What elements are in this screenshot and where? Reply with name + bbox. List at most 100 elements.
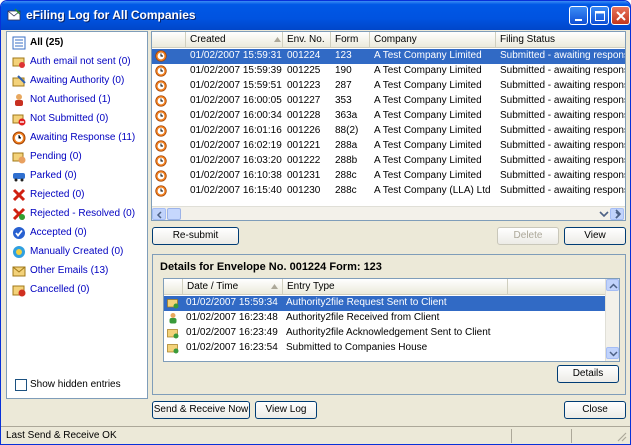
- category-panel: All (25) Auth email not sent (0) Awaitin…: [6, 31, 148, 399]
- cell-env: 001230: [287, 185, 321, 196]
- table-row[interactable]: 01/02/2007 16:10:38 001231 288c A Test Comp…: [152, 169, 625, 184]
- category-all[interactable]: All (25): [10, 34, 146, 52]
- category-awaiting-authority[interactable]: Awaiting Authority (0): [10, 72, 146, 90]
- details-row[interactable]: 01/02/2007 15:59:34 Authority2file Reques…: [164, 296, 605, 311]
- clock-icon: [155, 170, 167, 182]
- scroll-left-button[interactable]: [152, 208, 166, 220]
- horizontal-scroll-thumb[interactable]: [167, 208, 181, 220]
- horizontal-scrollbar[interactable]: [152, 206, 625, 220]
- cell-form: 288c: [335, 185, 357, 196]
- chevron-down-icon[interactable]: [598, 208, 610, 220]
- cell-created: 01/02/2007 16:02:19: [190, 140, 282, 151]
- cell-entry: Authority2file Request Sent to Client: [286, 297, 447, 308]
- table-row[interactable]: 01/02/2007 16:00:05 001227 353 A Test Compa…: [152, 94, 625, 109]
- category-manually-created[interactable]: Manually Created (0): [10, 243, 146, 261]
- cell-status: Submitted - awaiting response: [500, 50, 625, 61]
- cell-status: Submitted - awaiting response: [500, 95, 625, 106]
- category-label: Cancelled (0): [30, 284, 90, 295]
- cell-created: 01/02/2007 15:59:31: [190, 50, 282, 61]
- column-header-entry-type[interactable]: Entry Type: [283, 279, 508, 295]
- column-header-form[interactable]: Form: [331, 32, 370, 48]
- delete-button[interactable]: Delete: [497, 227, 559, 245]
- cell-created: 01/02/2007 16:00:05: [190, 95, 282, 106]
- cell-datetime: 01/02/2007 16:23:54: [186, 342, 278, 353]
- view-log-button[interactable]: View Log: [255, 401, 317, 419]
- scroll-down-button[interactable]: [606, 347, 619, 359]
- clock-icon: [155, 95, 167, 107]
- table-row[interactable]: 01/02/2007 16:01:16 001226 88(2) A Test Com…: [152, 124, 625, 139]
- category-label: Awaiting Response (11): [30, 132, 136, 143]
- table-row[interactable]: 01/02/2007 16:15:40 001230 288c A Test Comp…: [152, 184, 625, 199]
- cell-status: Submitted - awaiting response: [500, 185, 625, 196]
- cell-created: 01/02/2007 15:59:39: [190, 65, 282, 76]
- column-header-date-time[interactable]: Date / Time: [183, 279, 283, 295]
- category-not-authorised[interactable]: Not Authorised (1): [10, 91, 146, 109]
- category-not-submitted[interactable]: Not Submitted (0): [10, 110, 146, 128]
- table-row[interactable]: 01/02/2007 16:03:20 001222 288b A Test Comp…: [152, 154, 625, 169]
- details-row[interactable]: 01/02/2007 16:23:49 Authority2file Acknow…: [164, 326, 605, 341]
- column-header-company[interactable]: Company: [370, 32, 496, 48]
- close-button[interactable]: Close: [564, 401, 626, 419]
- filing-log-table[interactable]: Created Env. No. Form Company Filing Sta…: [151, 31, 626, 221]
- column-header-env-no[interactable]: Env. No.: [283, 32, 331, 48]
- chevron-right-icon[interactable]: [612, 208, 624, 220]
- table-row[interactable]: 01/02/2007 16:00:34 001228 363a A Test Comp…: [152, 109, 625, 124]
- chevron-down-icon: [609, 351, 618, 357]
- title-bar[interactable]: eFiling Log for All Companies: [1, 1, 630, 30]
- category-rejected[interactable]: Rejected (0): [10, 186, 146, 204]
- category-awaiting-response[interactable]: Awaiting Response (11): [10, 129, 146, 147]
- blue-check-icon: [13, 227, 25, 239]
- cell-env: 001228: [287, 110, 321, 121]
- category-label: Rejected (0): [30, 189, 85, 200]
- category-rejected-resolved[interactable]: Rejected - Resolved (0): [10, 205, 146, 223]
- resize-grip-icon[interactable]: [615, 430, 627, 442]
- category-accepted[interactable]: Accepted (0): [10, 224, 146, 242]
- category-auth-email-not-sent[interactable]: Auth email not sent (0): [10, 53, 146, 71]
- clock-icon: [155, 50, 167, 62]
- cell-form: 288c: [335, 170, 357, 181]
- envelope-icon: [167, 344, 179, 354]
- category-other-emails[interactable]: Other Emails (13): [10, 262, 146, 280]
- cell-form: 88(2): [335, 125, 359, 136]
- column-header-filing-status[interactable]: Filing Status: [496, 32, 625, 48]
- details-row[interactable]: 01/02/2007 16:23:48 Authority2file Receiv…: [164, 311, 605, 326]
- cell-company: A Test Company Limited: [374, 65, 482, 76]
- chevron-up-icon: [609, 283, 618, 289]
- scroll-up-button[interactable]: [606, 279, 619, 291]
- maximize-button[interactable]: [590, 6, 609, 25]
- cell-datetime: 01/02/2007 15:59:34: [186, 297, 278, 308]
- minimize-button[interactable]: [569, 6, 588, 25]
- vertical-scrollbar[interactable]: [605, 279, 619, 361]
- table-row[interactable]: 01/02/2007 16:02:19 001221 288a A Test Comp…: [152, 139, 625, 154]
- status-divider: [511, 429, 512, 443]
- category-label: Pending (0): [30, 151, 82, 162]
- details-table[interactable]: Date / Time Entry Type 01/02/2007 15:59:…: [163, 278, 620, 362]
- category-label: Manually Created (0): [30, 246, 124, 257]
- envelope-icon: [167, 299, 179, 309]
- cell-env: 001231: [287, 170, 321, 181]
- details-button[interactable]: Details: [557, 365, 619, 383]
- column-header-created[interactable]: Created: [186, 32, 283, 48]
- maximize-icon: [595, 11, 605, 21]
- resubmit-button[interactable]: Re-submit: [152, 227, 239, 245]
- cell-entry: Authority2file Acknowledgement Sent to C…: [286, 327, 491, 338]
- view-button[interactable]: View: [564, 227, 626, 245]
- close-window-button[interactable]: [611, 6, 630, 25]
- category-cancelled[interactable]: Cancelled (0): [10, 281, 146, 299]
- details-row[interactable]: 01/02/2007 16:23:54 Submitted to Companie…: [164, 341, 605, 356]
- manual-icon: [13, 246, 25, 258]
- send-receive-now-button[interactable]: Send & Receive Now: [152, 401, 250, 419]
- column-header-icon[interactable]: [164, 279, 183, 295]
- category-label: All (25): [30, 37, 64, 48]
- category-label: Auth email not sent (0): [30, 56, 131, 67]
- table-row[interactable]: 01/02/2007 15:59:39 001225 190 A Test Compa…: [152, 64, 625, 79]
- table-row[interactable]: 01/02/2007 15:59:31 001224 123 A Test Compa…: [152, 49, 625, 64]
- sort-ascending-icon: [274, 37, 281, 42]
- red-x-icon: [12, 188, 26, 202]
- column-header-icon[interactable]: [152, 32, 186, 48]
- category-parked[interactable]: Parked (0): [10, 167, 146, 185]
- category-pending[interactable]: Pending (0): [10, 148, 146, 166]
- cell-form: 288b: [335, 155, 358, 166]
- table-row[interactable]: 01/02/2007 15:59:51 001223 287 A Test Compa…: [152, 79, 625, 94]
- show-hidden-entries-checkbox[interactable]: [15, 379, 27, 391]
